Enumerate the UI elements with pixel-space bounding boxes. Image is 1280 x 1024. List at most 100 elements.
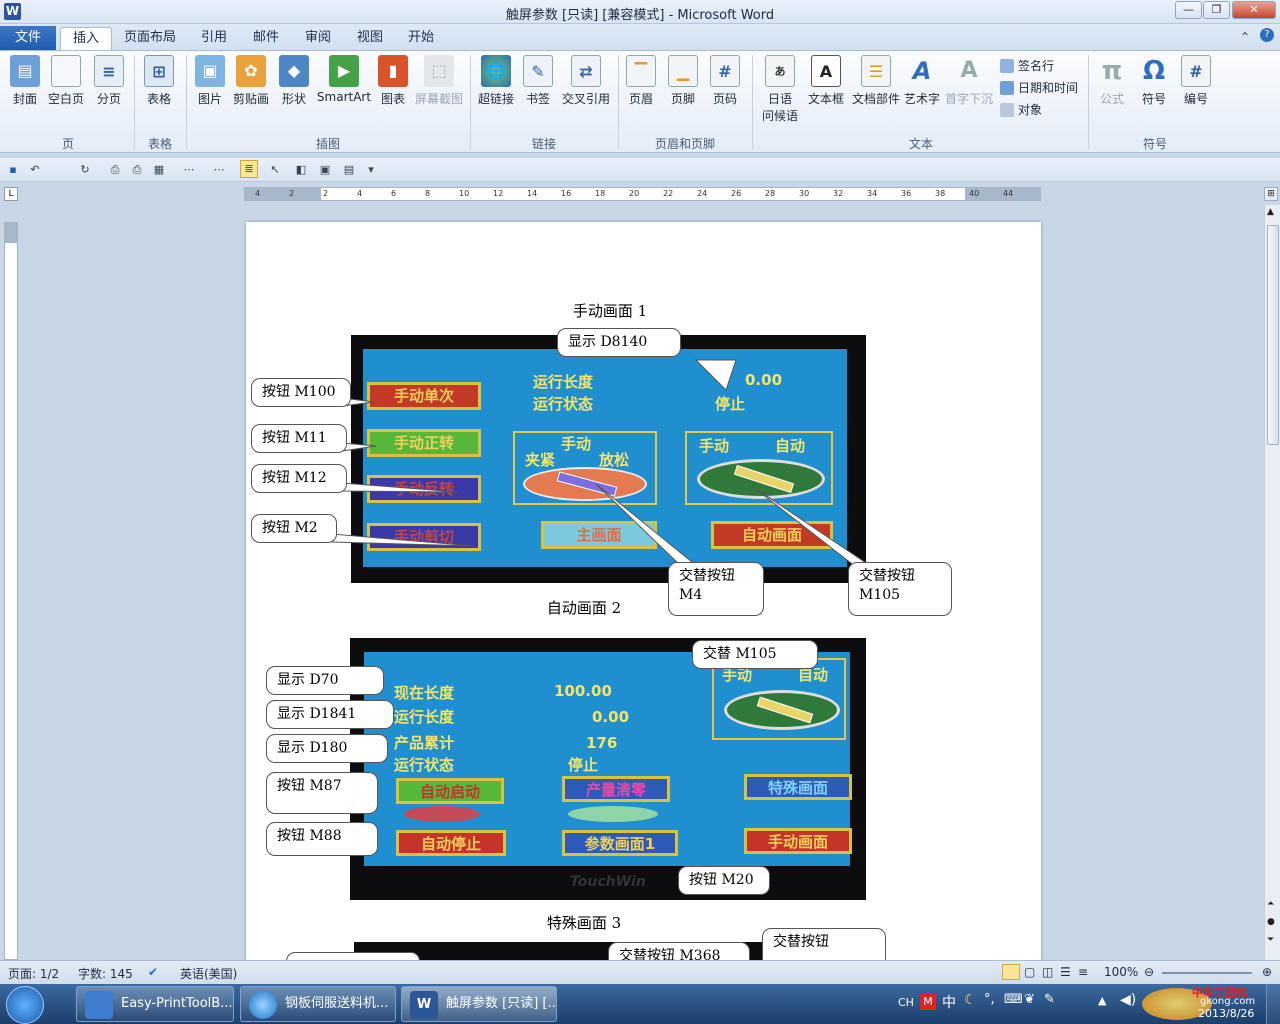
close-button[interactable]: ✕ <box>1232 1 1276 19</box>
help-icon[interactable]: ? <box>1260 28 1274 42</box>
header-button[interactable]: ▔ 页眉 <box>624 55 658 107</box>
ime-chinese-icon[interactable]: 中 <box>942 992 956 1012</box>
moon-icon[interactable]: ☾ <box>964 992 977 1008</box>
clipart-button[interactable]: ✿ 剪贴画 <box>232 55 270 107</box>
view-ruler-icon[interactable]: ⊞ <box>1264 187 1278 201</box>
tab-mailings[interactable]: 邮件 <box>241 27 291 50</box>
print-preview-icon[interactable]: ⎙ <box>106 161 124 179</box>
tab-references[interactable]: 引用 <box>189 27 239 50</box>
previous-page-icon[interactable]: ⏶ <box>1267 899 1274 909</box>
wordart-button[interactable]: A 艺术字 <box>904 55 940 107</box>
ruler-tick-label: 16 <box>561 189 572 198</box>
start-button[interactable] <box>6 986 44 1024</box>
shape-icon[interactable]: ◧ <box>292 161 310 179</box>
equation-button[interactable]: π 公式 <box>1094 55 1130 107</box>
footer-button[interactable]: ▁ 页脚 <box>666 55 700 107</box>
zoom-in-icon[interactable]: ⊕ <box>1262 965 1272 979</box>
scrollbar-thumb[interactable] <box>1267 225 1279 445</box>
quick-parts-button[interactable]: ☰ 文档部件 <box>850 55 902 107</box>
numbering-button[interactable]: # 编号 <box>1178 55 1214 107</box>
web-layout-view-icon[interactable]: ◫ <box>1042 965 1053 979</box>
document-page[interactable]: 手动画面 1 运行长度 0.00 运行状态 停止 手动单次 手动正转 手动反转 … <box>246 222 1041 960</box>
cross-reference-button[interactable]: ⇄ 交叉引用 <box>560 55 612 107</box>
cover-page-button[interactable]: ▤ 封面 <box>8 55 42 107</box>
collapse-ribbon-icon[interactable]: ⌃ <box>1240 30 1250 44</box>
taskbar-item-ie[interactable]: 钢板伺服送料机... <box>240 986 396 1022</box>
minimize-button[interactable]: — <box>1175 1 1202 19</box>
chart-button[interactable]: ▮ 图表 <box>376 55 410 107</box>
page-break-button[interactable]: ≡ 分页 <box>92 55 126 107</box>
callout-button-m12: 按钮 M12 <box>251 464 347 493</box>
taskbar-item-word[interactable]: W 触屏参数 [只读] [... <box>401 986 557 1022</box>
ime-indicator[interactable]: CH <box>898 996 914 1009</box>
outline-view-icon[interactable]: ☰ <box>1060 965 1071 979</box>
status-language[interactable]: 英语(美国) <box>180 965 237 982</box>
tab-selector[interactable]: L <box>4 187 18 201</box>
vertical-scrollbar[interactable]: ▲ ⏶ ● ⏷ <box>1264 205 1280 960</box>
screenshot-icon: ⬚ <box>424 55 454 87</box>
distribute-icon[interactable]: ⋯ <box>180 161 198 179</box>
taskbar-item-easyprint[interactable]: Easy-PrintToolB... <box>76 986 234 1022</box>
tab-review[interactable]: 审阅 <box>293 27 343 50</box>
screenshot-button[interactable]: ⬚ 屏幕截图 <box>414 55 464 107</box>
page-number-button[interactable]: # 页码 <box>708 55 742 107</box>
zoom-level[interactable]: 100% <box>1104 965 1138 979</box>
keyboard-icon[interactable]: ⌨ <box>1004 992 1023 1007</box>
scroll-up-icon[interactable]: ▲ <box>1267 207 1274 217</box>
vertical-ruler[interactable] <box>4 222 18 960</box>
cover-page-label: 封面 <box>12 92 37 106</box>
table-draw-icon[interactable]: ▦ <box>150 161 168 179</box>
symbol-button[interactable]: Ω 符号 <box>1136 55 1172 107</box>
clock-date[interactable]: 2013/8/26 <box>1198 1007 1254 1020</box>
folder-icon[interactable]: ▣ <box>316 161 334 179</box>
status-word-count[interactable]: 字数: 145 <box>78 965 133 982</box>
next-page-icon[interactable]: ⏷ <box>1267 935 1274 945</box>
signature-line-button[interactable]: 签名行 <box>1000 57 1054 74</box>
undo-icon[interactable]: ↶ <box>26 161 44 179</box>
blank-page-button[interactable]: 空白页 <box>46 55 86 107</box>
maximize-button[interactable]: ❐ <box>1203 1 1230 19</box>
show-desktop-button[interactable] <box>1266 984 1280 1024</box>
align-icon[interactable]: ⋯ <box>210 161 228 179</box>
customize-qat-icon[interactable]: ▾ <box>362 161 380 179</box>
layout-icon[interactable]: ▤ <box>340 161 358 179</box>
horizontal-ruler[interactable]: 4 2 2 4 6 8 10 12 14 16 18 20 22 24 26 28 30 32 34 36 38 40 44 <box>244 187 1041 201</box>
bookmark-button[interactable]: ✎ 书签 <box>522 55 554 107</box>
punctuation-icon[interactable]: °, <box>984 992 995 1007</box>
ruler-tick-label: 4 <box>255 189 261 198</box>
tools-icon[interactable]: ✎ <box>1044 992 1055 1007</box>
print-icon[interactable]: ⎙ <box>128 161 146 179</box>
tab-home[interactable]: 开始 <box>396 27 446 50</box>
ime-m-icon[interactable]: M <box>920 994 936 1010</box>
status-page[interactable]: 页面: 1/2 <box>8 965 59 982</box>
picture-button[interactable]: ▣ 图片 <box>194 55 226 107</box>
tab-view[interactable]: 视图 <box>345 27 395 50</box>
full-screen-view-icon[interactable]: ▢ <box>1024 965 1035 979</box>
zoom-slider[interactable] <box>1162 972 1252 974</box>
tab-file[interactable]: 文件 <box>0 26 56 50</box>
smartart-button[interactable]: ▶ SmartArt <box>316 55 372 104</box>
draft-view-icon[interactable]: ≡ <box>1078 965 1088 979</box>
object-button[interactable]: 对象 <box>1000 101 1042 118</box>
redo-icon[interactable]: ↻ <box>76 161 94 179</box>
date-time-button[interactable]: 日期和时间 <box>1000 79 1078 96</box>
select-browse-object-icon[interactable]: ● <box>1267 917 1275 927</box>
greeting-button[interactable]: あ日语 问候语 <box>758 55 802 124</box>
textbox-button[interactable]: A 文本框 <box>806 55 846 107</box>
table-button[interactable]: ⊞ 表格 <box>142 55 176 107</box>
volume-icon[interactable]: ◀) <box>1120 992 1136 1008</box>
tab-insert[interactable]: 插入 <box>60 27 113 50</box>
drop-cap-button[interactable]: A 首字下沉 <box>944 55 994 107</box>
show-hidden-icons[interactable]: ▲ <box>1098 994 1106 1007</box>
proofing-icon[interactable]: ✔ <box>148 965 158 979</box>
skin-icon[interactable]: ❦ <box>1024 992 1035 1007</box>
print-layout-view-icon[interactable] <box>1002 964 1020 980</box>
save-icon[interactable]: ▪ <box>4 161 22 179</box>
select-icon[interactable]: ↖ <box>266 161 284 179</box>
paragraph-icon[interactable]: ≣ <box>240 160 258 178</box>
hyperlink-button[interactable]: 🌐 超链接 <box>476 55 516 107</box>
zoom-out-icon[interactable]: ⊖ <box>1144 965 1154 979</box>
shapes-button[interactable]: ◆ 形状 <box>278 55 310 107</box>
smartart-label: SmartArt <box>316 90 372 104</box>
tab-page-layout[interactable]: 页面布局 <box>112 27 188 50</box>
